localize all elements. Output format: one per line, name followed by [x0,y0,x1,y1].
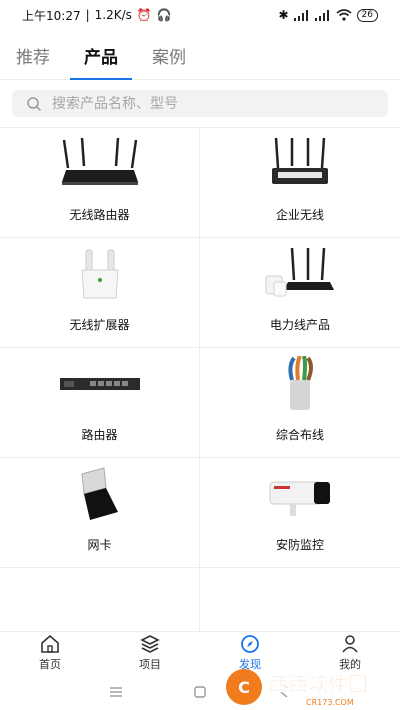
usb-adapter-image [80,467,118,520]
svg-text:C: C [238,678,250,697]
product-grid: 无线路由器 企业无线 无线扩展器 电力线产品 路由器 综合布线 网卡 安防监控 [0,127,400,631]
watermark-site: CR173.COM [306,698,354,707]
product-cell-cabling[interactable]: 综合布线 [200,348,400,458]
nav-label: 首页 [39,657,61,671]
range-extender-image [80,249,119,299]
tab-cases[interactable]: 案例 [152,38,186,80]
product-cell-nvr[interactable] [200,568,400,631]
product-label: 综合布线 [275,428,324,442]
product-cell-enterprise-wireless[interactable]: 企业无线 [200,128,400,238]
security-camera-image [269,481,330,516]
product-cell-network-card[interactable]: 网卡 [0,458,200,568]
tab-products[interactable]: 产品 [70,38,132,80]
product-cell-security[interactable]: 安防监控 [200,458,400,568]
category-tabs: 推荐 产品 案例 [0,38,400,80]
nav-projects[interactable]: 项目 [100,632,200,673]
product-label: 无线扩展器 [69,318,130,332]
watermark-brand: 西西软件园 [268,672,368,696]
product-label: 电力线产品 [269,318,330,332]
switch-image [60,593,140,631]
bluetooth-icon: ✱ [278,8,289,22]
product-label: 路由器 [81,428,118,442]
nav-home[interactable]: 首页 [0,632,100,673]
nav-label: 项目 [139,657,161,671]
product-label: 安防监控 [275,538,324,552]
status-speed: 1.2K/s [94,8,132,22]
headset-icon: 🎧 [156,8,172,22]
battery-indicator: 26 [356,8,378,22]
wifi-router-image [61,137,138,185]
product-label: 企业无线 [275,208,324,222]
menu-icon[interactable] [109,685,123,699]
search-bar[interactable] [12,90,388,117]
home-icon [41,634,59,653]
rack-router-image [59,378,140,390]
status-bar: 上午10:27 | 1.2K/s ⏰ 🎧 ✱ 26 [0,0,400,30]
signal-icon-2 [314,9,329,21]
signal-icon [293,9,308,21]
status-separator: | [85,8,90,22]
product-cell-wireless-router[interactable]: 无线路由器 [0,128,200,238]
product-cell-range-extender[interactable]: 无线扩展器 [0,238,200,348]
product-cell-switch[interactable] [0,568,200,631]
product-cell-router[interactable]: 路由器 [0,348,200,458]
enterprise-router-image [272,137,328,184]
alarm-icon: ⏰ [136,8,152,22]
status-time: 上午10:27 [22,8,81,23]
powerline-image [265,247,334,297]
tab-recommend[interactable]: 推荐 [16,38,50,80]
home-square-icon[interactable] [193,685,207,699]
product-cell-powerline[interactable]: 电力线产品 [200,238,400,348]
user-icon [342,634,358,653]
compass-icon [241,634,259,653]
layers-icon [140,634,160,653]
network-cable-image [288,356,313,410]
wifi-icon [336,9,352,21]
product-label: 网卡 [87,538,112,552]
nvr-box-image [260,593,340,631]
search-icon [27,96,42,111]
watermark-logo: C 西西软件园 CR173.COM [226,669,368,707]
product-label: 无线路由器 [69,208,130,222]
search-input[interactable] [52,95,352,112]
